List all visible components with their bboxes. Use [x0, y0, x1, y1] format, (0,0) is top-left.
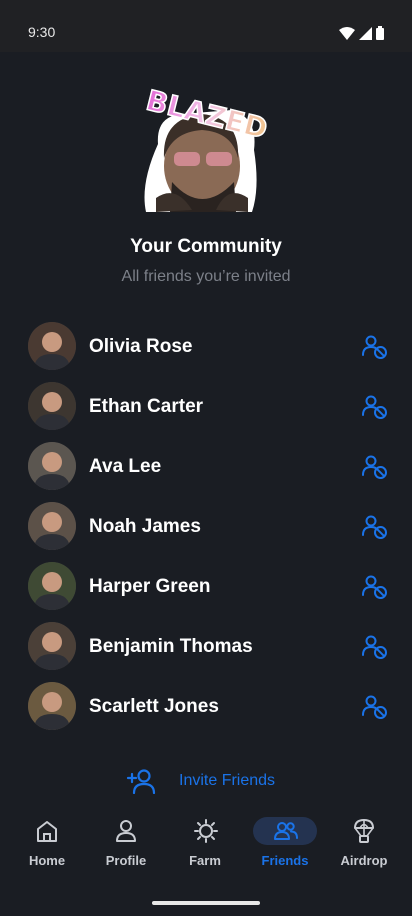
friend-row[interactable]: Scarlett Jones — [0, 682, 412, 742]
friend-avatar — [28, 382, 76, 430]
nav-profile-label: Profile — [105, 853, 147, 868]
nav-friends-label: Friends — [261, 853, 309, 868]
invite-friends-button[interactable]: Invite Friends — [0, 766, 412, 796]
status-bar: 9:30 — [0, 0, 412, 52]
remove-friend-button[interactable] — [362, 694, 388, 720]
home-indicator[interactable] — [152, 901, 260, 905]
friend-avatar — [28, 562, 76, 610]
friend-avatar — [28, 322, 76, 370]
friend-name: Scarlett Jones — [89, 696, 219, 717]
add-user-icon — [126, 769, 156, 794]
remove-user-icon — [362, 575, 387, 599]
nav-farm[interactable]: Farm — [165, 808, 245, 878]
bottom-nav: Home Profile Farm Friends Airdrop — [0, 808, 412, 888]
friends-icon — [274, 822, 298, 840]
friend-row[interactable]: Harper Green — [0, 562, 412, 622]
remove-user-icon — [362, 455, 387, 479]
home-icon — [37, 821, 57, 842]
profile-icon — [116, 820, 136, 842]
remove-user-icon — [362, 635, 387, 659]
airdrop-icon — [354, 819, 374, 843]
friend-row[interactable]: Ava Lee — [0, 442, 412, 502]
remove-friend-button[interactable] — [362, 394, 388, 420]
remove-friend-button[interactable] — [362, 334, 388, 360]
friend-row[interactable]: Ethan Carter — [0, 382, 412, 442]
friend-avatar — [28, 442, 76, 490]
friend-name: Olivia Rose — [89, 336, 193, 357]
nav-farm-label: Farm — [189, 853, 221, 868]
remove-user-icon — [362, 695, 387, 719]
status-time: 9:30 — [28, 24, 56, 40]
remove-friend-button[interactable] — [362, 514, 388, 540]
friend-name: Ethan Carter — [89, 396, 204, 417]
remove-friend-button[interactable] — [362, 634, 388, 660]
remove-user-icon — [362, 395, 387, 419]
friend-name: Ava Lee — [89, 456, 162, 477]
nav-airdrop-label: Airdrop — [340, 853, 388, 868]
friend-name: Harper Green — [89, 576, 211, 597]
remove-user-icon — [362, 335, 387, 359]
nav-friends[interactable]: Friends — [245, 808, 325, 878]
page-title: Your Community — [130, 236, 282, 257]
community-sticker: BLAZED — [136, 83, 276, 216]
invite-friends-label: Invite Friends — [179, 772, 276, 789]
friend-list: Olivia Rose Ethan Carter Ava Lee Noah James… — [0, 322, 412, 742]
friend-row[interactable]: Benjamin Thomas — [0, 622, 412, 682]
friend-avatar — [28, 622, 76, 670]
battery-icon — [376, 26, 384, 40]
nav-airdrop[interactable]: Airdrop — [324, 808, 404, 878]
remove-friend-button[interactable] — [362, 454, 388, 480]
nav-home[interactable]: Home — [7, 808, 87, 878]
friend-row[interactable]: Olivia Rose — [0, 322, 412, 382]
status-icons — [339, 26, 384, 40]
signal-icon — [359, 27, 372, 40]
nav-home-label: Home — [28, 853, 66, 868]
remove-user-icon — [362, 515, 387, 539]
friend-name: Benjamin Thomas — [89, 636, 253, 657]
friend-name: Noah James — [89, 516, 201, 537]
nav-profile[interactable]: Profile — [86, 808, 166, 878]
friend-avatar — [28, 502, 76, 550]
remove-friend-button[interactable] — [362, 574, 388, 600]
friend-avatar — [28, 682, 76, 730]
farm-icon — [194, 819, 218, 843]
page-subtitle: All friends you’re invited — [121, 268, 291, 285]
friend-row[interactable]: Noah James — [0, 502, 412, 562]
wifi-icon — [339, 27, 355, 40]
